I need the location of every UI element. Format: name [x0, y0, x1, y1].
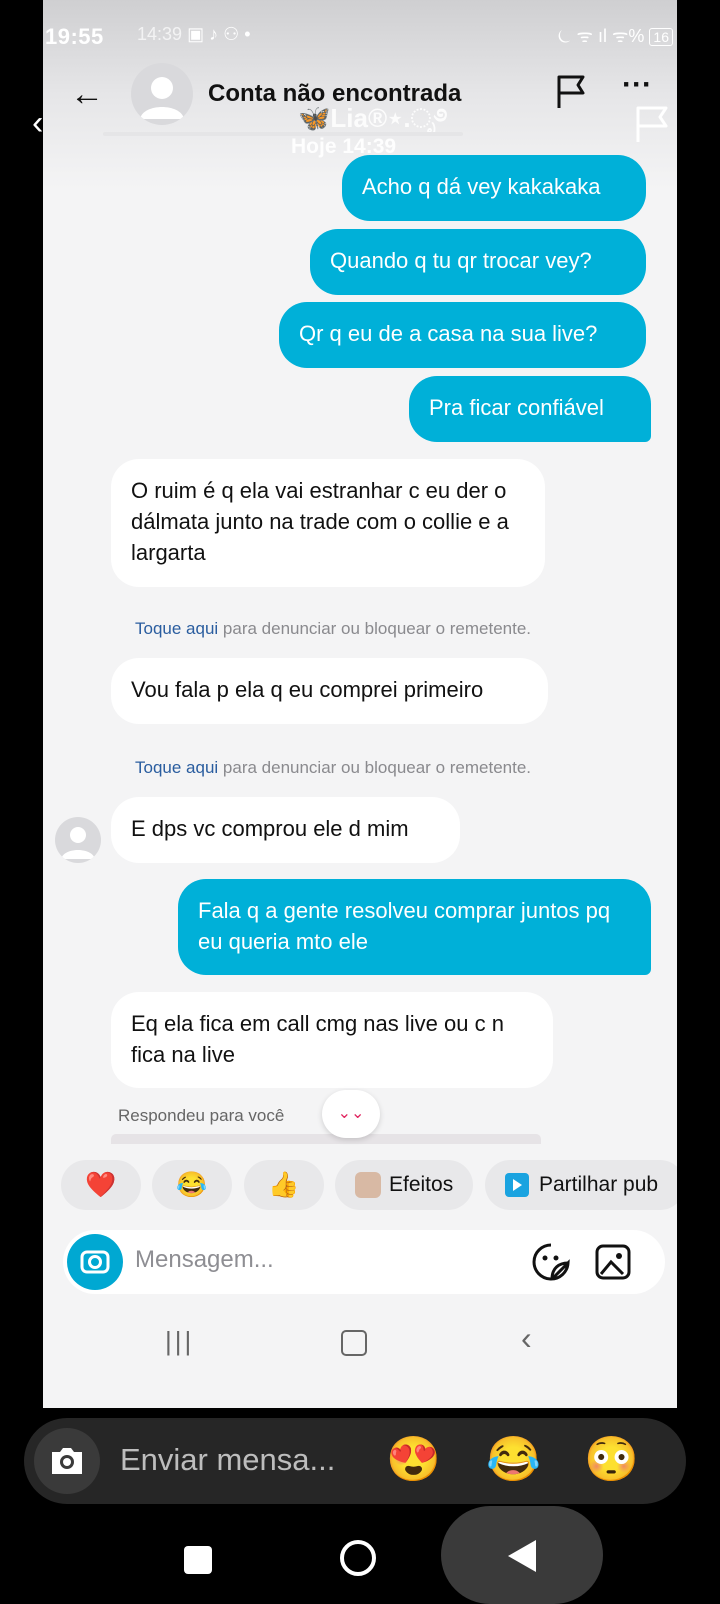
recents-icon[interactable]: |||: [165, 1326, 194, 1357]
camera-icon: [80, 1250, 110, 1274]
report-link[interactable]: Toque aqui: [135, 758, 218, 777]
home-icon[interactable]: [341, 1330, 367, 1356]
battery-icon: 16: [649, 28, 673, 46]
contact-avatar[interactable]: [131, 63, 193, 125]
message-text: Quando q tu qr trocar vey?: [330, 248, 592, 273]
replied-label: Respondeu para você: [118, 1106, 285, 1125]
play-square-icon: [505, 1173, 529, 1198]
battery-level: 16: [653, 29, 669, 45]
inner-nav-bar: ||| ‹: [43, 1316, 677, 1376]
message-bubble-outgoing[interactable]: Pra ficar confiável: [409, 376, 651, 442]
signal-wifi-icons: ⏾ ᯤ ıl ᯤ%: [557, 26, 650, 46]
share-post-chip[interactable]: Partilhar pub: [485, 1160, 677, 1210]
notification-icons: ▣ ♪ ⚇ •: [187, 24, 251, 44]
report-notice: Toque aqui para denunciar ou bloquear o …: [135, 619, 531, 639]
reply-preview: [111, 1134, 541, 1144]
message-bubble-outgoing[interactable]: Fala q a gente resolveu comprar juntos p…: [178, 879, 651, 975]
message-text: O ruim é q ela vai estranhar c eu der o …: [131, 478, 509, 565]
message-text: Acho q dá vey kakakaka: [362, 174, 601, 199]
message-text: Vou fala p ela q eu comprei primeiro: [131, 677, 484, 702]
laughing-emoji-icon: 😂: [176, 1171, 208, 1199]
message-bubble-incoming[interactable]: Eq ela fica em call cmg nas live ou c n …: [111, 992, 553, 1088]
back-chevron-icon[interactable]: ‹: [521, 1320, 532, 1357]
message-text: Pra ficar confiável: [429, 395, 604, 420]
report-notice-text: para denunciar ou bloquear o remetente.: [218, 758, 532, 777]
flushed-emoji-button[interactable]: 😳: [584, 1432, 639, 1488]
gallery-icon[interactable]: [593, 1242, 633, 1282]
share-post-label: Partilhar pub: [539, 1173, 659, 1196]
quick-actions: ❤️ 😂 👍 Efeitos Partilhar pub: [43, 1160, 677, 1212]
message-bubble-incoming[interactable]: Vou fala p ela q eu comprei primeiro: [111, 658, 548, 724]
message-bubble-outgoing[interactable]: Qr q eu de a casa na sua live?: [279, 302, 646, 368]
overlay-time: 14:39: [137, 24, 183, 44]
message-input[interactable]: Mensagem...: [135, 1246, 274, 1274]
message-bubble-incoming[interactable]: O ruim é q ela vai estranhar c eu der o …: [111, 459, 545, 587]
message-text: E dps vc comprou ele d mim: [131, 816, 409, 841]
report-notice: Toque aqui para denunciar ou bloquear o …: [135, 758, 531, 778]
header-divider: [103, 132, 463, 136]
sender-avatar[interactable]: [55, 817, 101, 863]
circle-home-icon[interactable]: [340, 1540, 376, 1576]
message-text: Eq ela fica em call cmg nas live ou c n …: [131, 1011, 504, 1067]
thumbs-up-chip[interactable]: 👍: [244, 1160, 324, 1210]
status-right-icons: ⏾ ᯤ ıl ᯤ% 16: [557, 24, 673, 48]
message-composer: Mensagem...: [63, 1230, 665, 1294]
heart-reaction-chip[interactable]: ❤️: [61, 1160, 141, 1210]
story-flag-icon[interactable]: [630, 102, 674, 146]
report-link[interactable]: Toque aqui: [135, 619, 218, 638]
camera-icon: [52, 1448, 82, 1474]
instagram-dm-screenshot: 19:55 14:39 ▣ ♪ ⚇ • ⏾ ᯤ ıl ᯤ% 16 ← Conta…: [43, 0, 677, 1408]
flag-icon[interactable]: [551, 72, 591, 112]
default-avatar-icon: [61, 827, 95, 859]
effects-label: Efeitos: [389, 1173, 454, 1196]
system-nav-bar: [0, 1506, 720, 1604]
heart-icon: ❤️: [85, 1171, 117, 1199]
status-time: 19:55: [45, 24, 104, 49]
story-reply-bar: Enviar mensa... 😍 😂 😳: [24, 1418, 686, 1504]
status-bar: 19:55 14:39 ▣ ♪ ⚇ • ⏾ ᯤ ıl ᯤ% 16: [43, 0, 677, 60]
message-bubble-outgoing[interactable]: Quando q tu qr trocar vey?: [310, 229, 646, 295]
effects-chip[interactable]: Efeitos: [335, 1160, 473, 1210]
message-text: Fala q a gente resolveu comprar juntos p…: [198, 898, 611, 954]
face-thumbnail-icon: [355, 1172, 381, 1199]
sticker-icon[interactable]: [531, 1242, 571, 1282]
square-stop-icon[interactable]: [184, 1546, 212, 1574]
story-back-chevron-icon[interactable]: ‹: [32, 104, 43, 143]
back-arrow-icon[interactable]: ←: [65, 72, 109, 116]
scroll-down-button[interactable]: ⌄⌄: [322, 1090, 380, 1138]
default-avatar-icon: [140, 77, 184, 119]
thumbs-up-icon: 👍: [268, 1171, 300, 1199]
story-camera-button[interactable]: [34, 1428, 100, 1494]
story-reply-input[interactable]: Enviar mensa...: [120, 1442, 335, 1478]
message-bubble-incoming[interactable]: E dps vc comprou ele d mim: [111, 797, 460, 863]
back-button[interactable]: [441, 1506, 603, 1604]
report-notice-text: para denunciar ou bloquear o remetente.: [218, 619, 532, 638]
chevron-double-down-icon: ⌄⌄: [337, 1105, 365, 1122]
laughing-emoji-button[interactable]: 😂: [486, 1432, 541, 1488]
message-text: Qr q eu de a casa na sua live?: [299, 321, 598, 346]
message-bubble-outgoing[interactable]: Acho q dá vey kakakaka: [342, 155, 646, 221]
camera-button[interactable]: [67, 1234, 123, 1290]
heart-eyes-emoji-button[interactable]: 😍: [386, 1432, 441, 1488]
laugh-reaction-chip[interactable]: 😂: [152, 1160, 232, 1210]
status-notification-icons: 14:39 ▣ ♪ ⚇ •: [137, 24, 251, 45]
back-triangle-icon: [508, 1540, 536, 1572]
